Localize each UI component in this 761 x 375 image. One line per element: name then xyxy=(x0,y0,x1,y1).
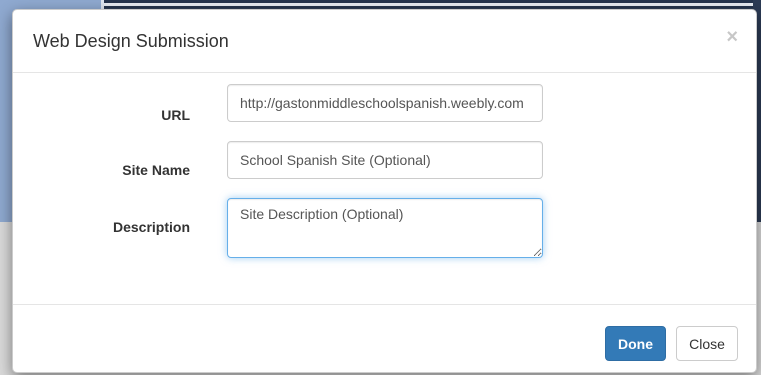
modal-body: URL Site Name Description xyxy=(13,73,756,305)
site-name-label: Site Name xyxy=(122,162,190,178)
site-name-input[interactable] xyxy=(227,141,543,179)
url-label: URL xyxy=(161,107,190,123)
modal-header: Web Design Submission × xyxy=(13,10,756,73)
url-input[interactable] xyxy=(227,84,543,122)
web-design-submission-modal: Web Design Submission × URL Site Name De… xyxy=(12,9,757,373)
description-textarea[interactable] xyxy=(227,198,543,258)
done-button[interactable]: Done xyxy=(605,326,666,361)
background-header-line xyxy=(104,3,761,6)
close-icon[interactable]: × xyxy=(726,27,738,47)
modal-title: Web Design Submission xyxy=(33,31,229,51)
description-label: Description xyxy=(112,219,190,235)
modal-footer: Done Close xyxy=(13,305,756,372)
close-button[interactable]: Close xyxy=(676,326,738,361)
